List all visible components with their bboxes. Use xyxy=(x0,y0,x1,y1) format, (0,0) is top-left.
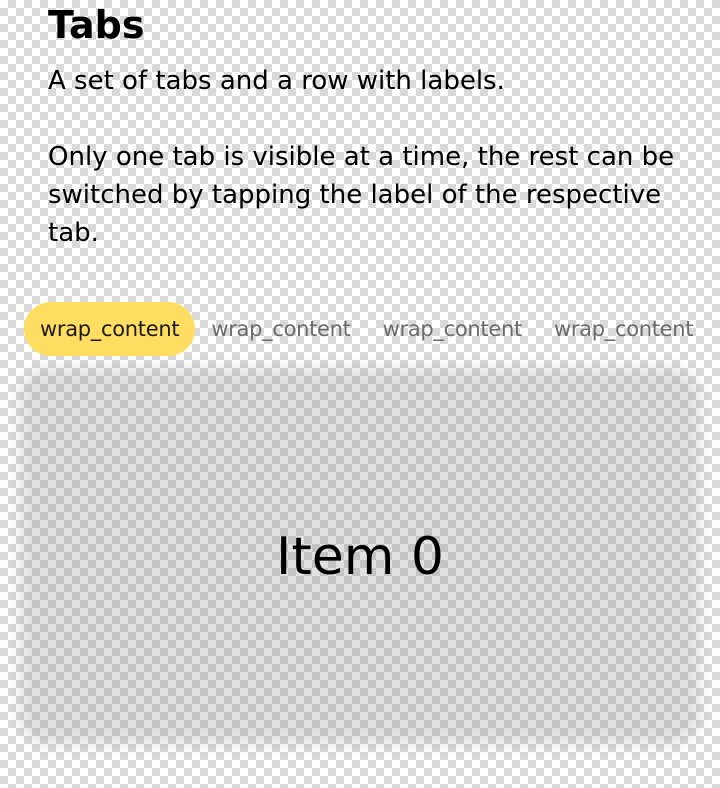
tab-2[interactable]: wrap_content xyxy=(367,302,538,356)
tab-content-label: Item 0 xyxy=(276,527,444,587)
tab-0[interactable]: wrap_content xyxy=(24,302,196,356)
tab-1[interactable]: wrap_content xyxy=(195,302,366,356)
tab-row: wrap_content wrap_content wrap_content wrap… xyxy=(24,302,720,356)
page-title: Tabs xyxy=(48,3,145,47)
page-description: A set of tabs and a row with labels. Onl… xyxy=(48,66,675,248)
tab-3[interactable]: wrap_content xyxy=(538,302,709,356)
tab-content-panel[interactable]: Item 0 xyxy=(30,378,690,734)
